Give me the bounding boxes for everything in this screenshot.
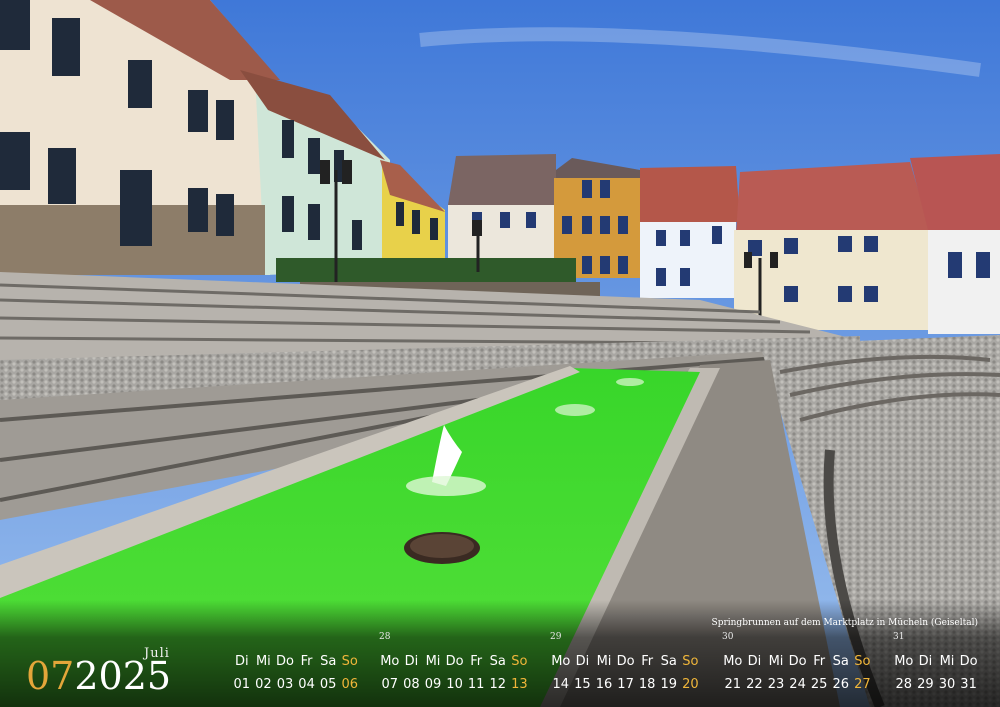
weekday-label: So bbox=[854, 654, 871, 669]
weekday-label: Sa bbox=[832, 654, 849, 669]
day-number: 10 bbox=[446, 677, 463, 692]
weekday-label: Mi bbox=[255, 654, 271, 669]
week-number: 29 bbox=[550, 632, 562, 642]
weekday-label: Di bbox=[918, 654, 933, 669]
month-number: 07 bbox=[26, 654, 75, 698]
date-row: 21 22 23 24 25 26 27 bbox=[722, 677, 873, 692]
weekday-label: Di bbox=[404, 654, 419, 669]
day-number: 17 bbox=[617, 677, 634, 692]
photo-caption: Springbrunnen auf dem Marktplatz in Müch… bbox=[711, 618, 978, 628]
day-number: 06 bbox=[341, 677, 359, 692]
weekday-label: Sa bbox=[489, 654, 506, 669]
week-number: 31 bbox=[893, 632, 905, 642]
weekday-label: Mo bbox=[551, 654, 571, 669]
day-number: 22 bbox=[746, 677, 763, 692]
day-number: 02 bbox=[255, 677, 272, 692]
weekday-label: Mi bbox=[768, 654, 784, 669]
day-number: 30 bbox=[938, 677, 956, 692]
date-row: 01 02 03 04 05 06 bbox=[231, 677, 361, 692]
day-number: 27 bbox=[854, 677, 871, 692]
day-number: 12 bbox=[489, 677, 507, 692]
week-number: 30 bbox=[722, 632, 734, 642]
day-number: 28 bbox=[895, 677, 913, 692]
day-number: 03 bbox=[276, 677, 294, 692]
day-number: 16 bbox=[595, 677, 613, 692]
date-row: 28 29 30 31 bbox=[893, 677, 979, 692]
weekday-label: So bbox=[341, 654, 358, 669]
day-number: 24 bbox=[789, 677, 806, 692]
day-number: 07 bbox=[381, 677, 399, 692]
day-number: 08 bbox=[403, 677, 420, 692]
day-number: 01 bbox=[233, 677, 251, 692]
day-number: 14 bbox=[552, 677, 570, 692]
weekday-row: Mo Di Mi Do Fr Sa So bbox=[379, 654, 530, 669]
weekday-label: Di bbox=[747, 654, 762, 669]
date-row: 14 15 16 17 18 19 20 bbox=[550, 677, 701, 692]
weekday-label: Fr bbox=[470, 654, 483, 669]
weekday-label: Di bbox=[575, 654, 590, 669]
day-number: 26 bbox=[832, 677, 850, 692]
weekday-label: Do bbox=[616, 654, 635, 669]
day-number: 05 bbox=[319, 677, 337, 692]
weekday-label: Do bbox=[788, 654, 807, 669]
weekday-label: So bbox=[511, 654, 528, 669]
weekday-label: Mo bbox=[894, 654, 914, 669]
day-number: 18 bbox=[638, 677, 656, 692]
year: 2025 bbox=[74, 654, 172, 698]
day-number: 19 bbox=[660, 677, 678, 692]
day-number: 20 bbox=[682, 677, 699, 692]
weekday-label: Mi bbox=[596, 654, 612, 669]
weekday-label: Fr bbox=[300, 654, 313, 669]
weekday-label: Di bbox=[234, 654, 249, 669]
weekday-label: Sa bbox=[660, 654, 677, 669]
weekday-label: Fr bbox=[813, 654, 826, 669]
day-number: 31 bbox=[960, 677, 977, 692]
weekday-label: Do bbox=[959, 654, 978, 669]
weekday-row: Mo Di Mi Do Fr Sa So bbox=[550, 654, 701, 669]
month-year-title: 072025 bbox=[26, 656, 171, 696]
day-number: 04 bbox=[298, 677, 315, 692]
weekday-label: Mi bbox=[939, 654, 955, 669]
day-number: 25 bbox=[810, 677, 828, 692]
date-row: 07 08 09 10 11 12 13 bbox=[379, 677, 530, 692]
day-number: 15 bbox=[574, 677, 591, 692]
weekday-label: Do bbox=[445, 654, 464, 669]
weekday-label: Sa bbox=[320, 654, 337, 669]
day-number: 13 bbox=[511, 677, 528, 692]
weekday-label: Fr bbox=[641, 654, 654, 669]
day-number: 23 bbox=[767, 677, 785, 692]
week-number: 28 bbox=[379, 632, 391, 642]
day-number: 21 bbox=[724, 677, 742, 692]
day-number: 09 bbox=[424, 677, 442, 692]
weekday-row: Mo Di Mi Do bbox=[893, 654, 979, 669]
weekday-label: So bbox=[682, 654, 699, 669]
weekday-row: Mo Di Mi Do Fr Sa So bbox=[722, 654, 873, 669]
day-number: 11 bbox=[467, 677, 485, 692]
weekday-label: Mo bbox=[723, 654, 743, 669]
weekday-label: Do bbox=[276, 654, 294, 669]
day-number: 29 bbox=[917, 677, 934, 692]
weekday-label: Mi bbox=[425, 654, 441, 669]
weekday-row: Di Mi Do Fr Sa So bbox=[231, 654, 361, 669]
weekday-label: Mo bbox=[380, 654, 400, 669]
